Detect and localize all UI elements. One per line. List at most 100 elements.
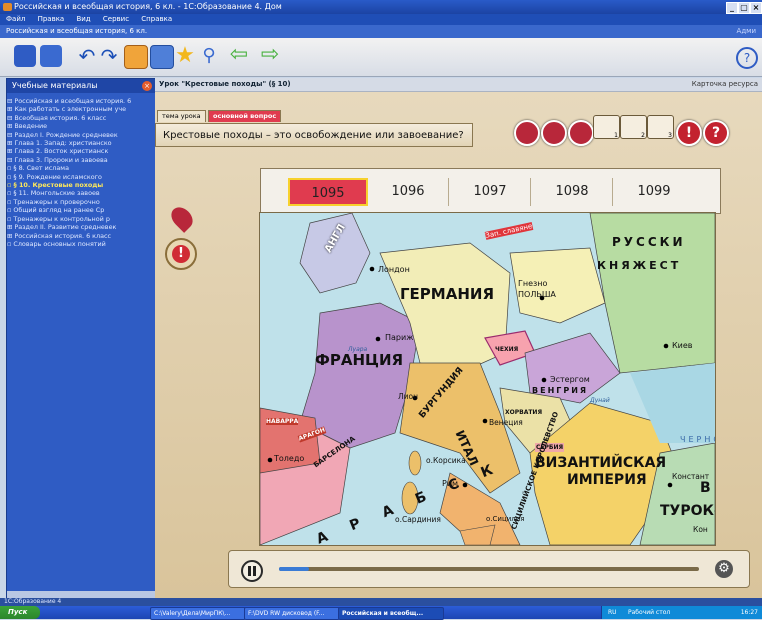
map-label-france: ФРАНЦИЯ xyxy=(315,351,404,369)
tab-lesson-topic[interactable]: тема урока xyxy=(157,110,206,122)
map-label-principality: КНЯЖЕСТ xyxy=(597,259,682,272)
maximize-icon[interactable]: ▢ xyxy=(738,2,750,14)
map-label-poland: ПОЛЬША xyxy=(518,290,556,299)
status-text: 1С:Образование 4 xyxy=(4,598,62,605)
tree-item[interactable]: ⊟ Глава 3. Пророки и завоева xyxy=(7,156,155,164)
scroll-2-icon[interactable]: 2 xyxy=(620,115,647,139)
settings-gear-icon[interactable]: ⚙ xyxy=(715,560,733,578)
map-label-russia: РУССКИ xyxy=(612,235,686,249)
menu-bar: Файл Правка Вид Сервис Справка xyxy=(0,14,762,25)
tree-item[interactable]: ⊟ Раздел I. Рождение средневек xyxy=(7,131,155,139)
book-icon[interactable] xyxy=(150,45,174,69)
question-icon[interactable]: ? xyxy=(703,120,729,146)
window-title: Российская и всеобщая история, 6 кл. - 1… xyxy=(14,2,282,11)
map-label-black-sea: ЧЕРНО xyxy=(680,435,715,444)
undo-icon[interactable]: ↶ xyxy=(76,45,98,67)
scroll-3-icon[interactable]: 3 xyxy=(647,115,674,139)
course-header: Российская и всеобщая история, 6 кл. Адм… xyxy=(0,25,762,38)
back-arrow-icon[interactable]: ⇦ xyxy=(228,44,250,67)
redo-icon[interactable]: ↷ xyxy=(98,45,120,67)
sidebar: Учебные материалы × ⊟ Российская и всеоб… xyxy=(6,78,156,600)
tree-item[interactable]: ▫ Общий взгляд на ранее Ср xyxy=(7,206,155,214)
tray-clock: 16:27 xyxy=(740,609,758,616)
search-icon[interactable]: ⚲ xyxy=(198,45,220,67)
year-1098[interactable]: 1098 xyxy=(532,178,613,206)
lesson-header: Урок "Крестовые походы" (§ 10) Карточка … xyxy=(155,78,762,92)
city-kon: Кон xyxy=(693,525,708,534)
map-label-empire: ИМПЕРИЯ xyxy=(567,472,647,488)
map-label-germany: ГЕРМАНИЯ xyxy=(400,285,494,303)
menu-service[interactable]: Сервис xyxy=(103,15,129,23)
tray-language[interactable]: RU xyxy=(608,606,617,619)
alert-icon[interactable]: ! xyxy=(676,120,702,146)
river-loire: Луара xyxy=(348,346,368,353)
course-tree: ⊟ Российская и всеобщая история. 6 ⊞ Как… xyxy=(7,93,155,248)
tree-item[interactable]: ▫ § 8. Свет ислама xyxy=(7,164,155,172)
map-label-hungary: ВЕНГРИЯ xyxy=(532,386,589,395)
menu-help[interactable]: Справка xyxy=(141,15,172,23)
year-1097[interactable]: 1097 xyxy=(450,178,531,206)
year-1096[interactable]: 1096 xyxy=(368,178,449,206)
tree-item[interactable]: ⊞ Глава 1. Запад: христианско xyxy=(7,139,155,147)
lesson-content: тема урока основной вопрос Крестовые пох… xyxy=(155,92,762,598)
home-icon[interactable] xyxy=(124,45,148,69)
city-london: Лондон xyxy=(378,265,410,274)
year-selector: 1095 1096 1097 1098 1099 xyxy=(260,168,721,214)
toolbar: ↶ ↷ ★ ⚲ ⇦ ⇨ ? xyxy=(0,38,762,77)
menu-file[interactable]: Файл xyxy=(6,15,25,23)
swap-icon[interactable] xyxy=(514,120,540,146)
sidebar-close-icon[interactable]: × xyxy=(142,81,152,91)
task-active-app[interactable]: Российская и всеобщ... xyxy=(338,607,444,620)
task-folder[interactable]: C:\Valery\Дела\МирПК\... xyxy=(150,607,246,620)
favorites-star-icon[interactable]: ★ xyxy=(174,45,196,67)
status-bar: 1С:Образование 4 xyxy=(0,598,762,606)
pin-icon[interactable] xyxy=(167,203,197,233)
map[interactable]: АНГЛ Лондон ГЕРМАНИЯ Париж ФРАНЦИЯ РУССК… xyxy=(259,212,716,546)
river-danube: Дунай xyxy=(590,397,610,404)
tray-desktop[interactable]: Рабочий стол xyxy=(628,606,670,619)
menu-view[interactable]: Вид xyxy=(76,15,90,23)
timeline-track[interactable] xyxy=(279,567,699,571)
course-title: Российская и всеобщая история, 6 кл. xyxy=(6,27,148,35)
tree-item[interactable]: ⊞ Российская история. 6 класс xyxy=(7,232,155,240)
tab-main-question[interactable]: основной вопрос xyxy=(208,110,282,122)
map-label-navarra: НАВАРРА xyxy=(266,418,299,425)
admin-link[interactable]: Адми xyxy=(737,25,756,38)
year-1095[interactable]: 1095 xyxy=(288,178,368,206)
tree-item[interactable]: ⊞ Как работать с электронным уче xyxy=(7,105,155,113)
lesson-title: Урок "Крестовые походы" (§ 10) xyxy=(159,80,291,88)
year-1099[interactable]: 1099 xyxy=(614,178,694,206)
minimize-icon[interactable]: _ xyxy=(726,2,738,14)
tree-item[interactable]: ⊞ Введение xyxy=(7,122,155,130)
city-toledo: Толедо xyxy=(274,454,305,463)
tree-item[interactable]: ⊞ Раздел II. Развитие средневек xyxy=(7,223,155,231)
info-icon[interactable] xyxy=(568,120,594,146)
task-dvd[interactable]: F:\DVD RW дисковод (F... xyxy=(244,607,340,620)
fullscreen-icon[interactable] xyxy=(40,45,62,67)
panel-toggle-icon[interactable] xyxy=(14,45,36,67)
menu-edit[interactable]: Правка xyxy=(38,15,65,23)
dollar-icon[interactable] xyxy=(541,120,567,146)
alert-circle-icon[interactable]: ! xyxy=(165,238,197,270)
main-panel: Урок "Крестовые походы" (§ 10) Карточка … xyxy=(155,78,762,598)
tree-item[interactable]: ⊞ Глава 2. Восток христианск xyxy=(7,147,155,155)
tree-item[interactable]: ▫ Тренажеры к контрольной р xyxy=(7,215,155,223)
playback-controls: ⚙ xyxy=(228,550,750,588)
city-gniezno: Гнезно xyxy=(518,279,548,288)
close-icon[interactable]: × xyxy=(750,2,762,14)
tree-item[interactable]: ⊟ Всеобщая история. 6 класс xyxy=(7,114,155,122)
system-tray: RU Рабочий стол 16:27 xyxy=(601,606,762,619)
help-icon[interactable]: ? xyxy=(736,47,758,69)
city-kiev: Киев xyxy=(672,341,693,350)
forward-arrow-icon[interactable]: ⇨ xyxy=(252,44,288,67)
pause-button[interactable] xyxy=(241,560,263,582)
tree-item[interactable]: ▫ Тренажеры к проверочно xyxy=(7,198,155,206)
tree-item[interactable]: ▫ § 9. Рождение исламского xyxy=(7,173,155,181)
start-button[interactable]: Пуск xyxy=(0,606,40,619)
tree-item[interactable]: ▫ Словарь основных понятий xyxy=(7,240,155,248)
tree-item[interactable]: ▫ § 11. Монгольские завоев xyxy=(7,189,155,197)
scroll-1-icon[interactable]: 1 xyxy=(593,115,620,139)
tree-item[interactable]: ⊟ Российская и всеобщая история. 6 xyxy=(7,97,155,105)
tree-item[interactable]: ▫ § 10. Крестовые походы xyxy=(7,181,155,189)
resource-card-link[interactable]: Карточка ресурса xyxy=(692,78,758,91)
